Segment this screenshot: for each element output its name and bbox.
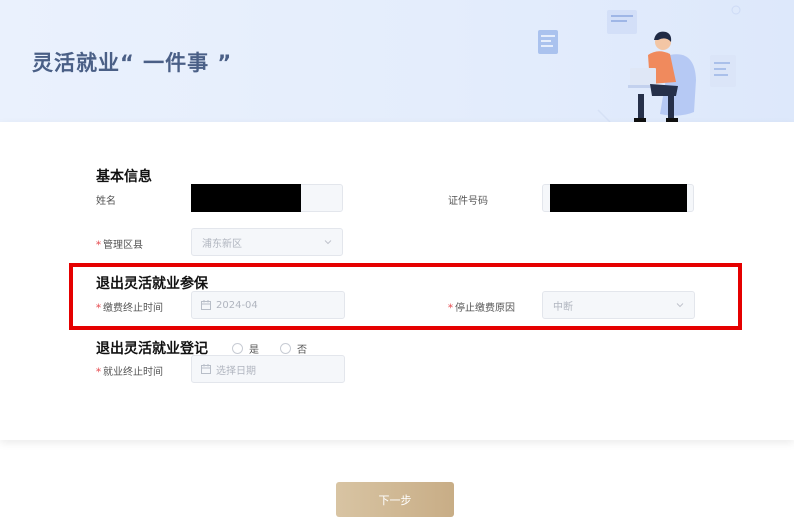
radio-yes[interactable]: 是 [232, 341, 259, 356]
highlight-box [69, 263, 742, 330]
id-number-label: 证件号码 [448, 196, 488, 207]
radio-yes-label: 是 [249, 345, 259, 356]
employment-end-time-label: * 就业终止时间 [96, 367, 163, 378]
name-redaction [191, 184, 301, 212]
radio-no[interactable]: 否 [280, 341, 307, 356]
next-step-button[interactable]: 下一步 [336, 482, 454, 517]
chevron-down-icon [324, 240, 332, 245]
required-mark: * [96, 240, 101, 251]
employment-end-time-placeholder: 选择日期 [216, 365, 256, 377]
name-label: 姓名 [96, 196, 116, 207]
required-mark: * [96, 367, 101, 378]
district-label: * 管理区县 [96, 240, 143, 251]
district-select[interactable]: 浦东新区 [191, 228, 343, 256]
id-number-redaction [550, 184, 687, 212]
radio-circle [232, 343, 243, 354]
calendar-icon [201, 364, 211, 374]
page-title: 灵活就业“ 一件事 ” [32, 51, 233, 75]
person-laptop-illustration [538, 5, 741, 122]
page-banner: 灵活就业“ 一件事 ” [0, 0, 794, 122]
employment-end-time-picker[interactable]: 选择日期 [191, 355, 345, 383]
section-title-basic-info: 基本信息 [96, 169, 152, 185]
radio-no-label: 否 [297, 345, 307, 356]
district-select-value: 浦东新区 [202, 238, 242, 250]
radio-circle [280, 343, 291, 354]
